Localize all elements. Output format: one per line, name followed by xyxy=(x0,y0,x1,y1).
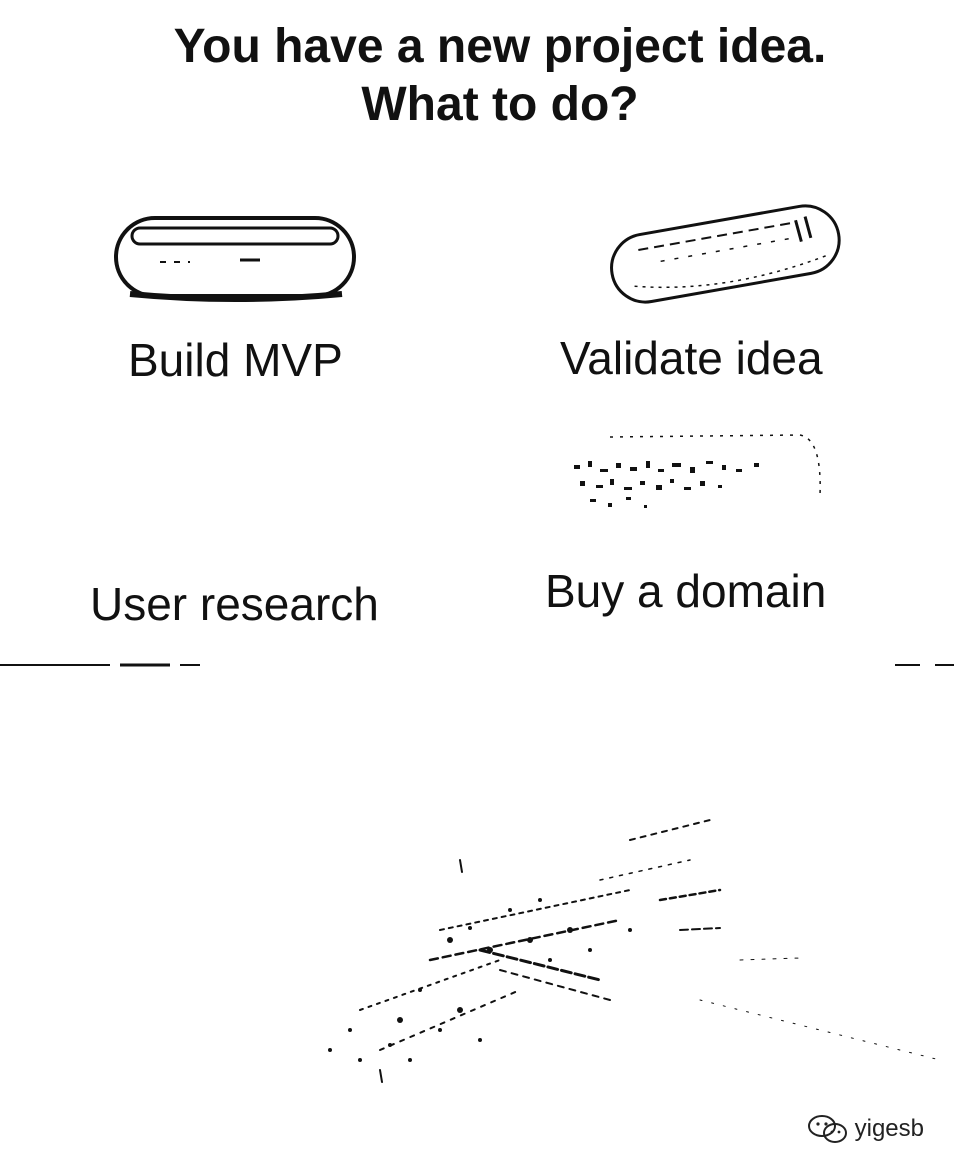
wechat-icon xyxy=(807,1115,847,1143)
pill-icon xyxy=(114,216,356,302)
meme-page: You have a new project idea. What to do? xyxy=(0,0,954,1170)
page-title: You have a new project idea. What to do? xyxy=(173,20,827,131)
panel-divider xyxy=(0,663,954,667)
watermark-text: yigesb xyxy=(854,1115,924,1142)
option-validate-idea: Validate idea xyxy=(560,332,823,384)
option-user-research: User research xyxy=(90,578,379,630)
hand-reaching-icon xyxy=(328,819,941,1083)
option-buy-domain: Buy a domain xyxy=(545,565,827,617)
pill-icon-faded xyxy=(574,434,821,508)
watermark: yigesb xyxy=(807,1112,924,1146)
pill-icon xyxy=(610,204,841,304)
option-build-mvp: Build MVP xyxy=(128,334,343,386)
